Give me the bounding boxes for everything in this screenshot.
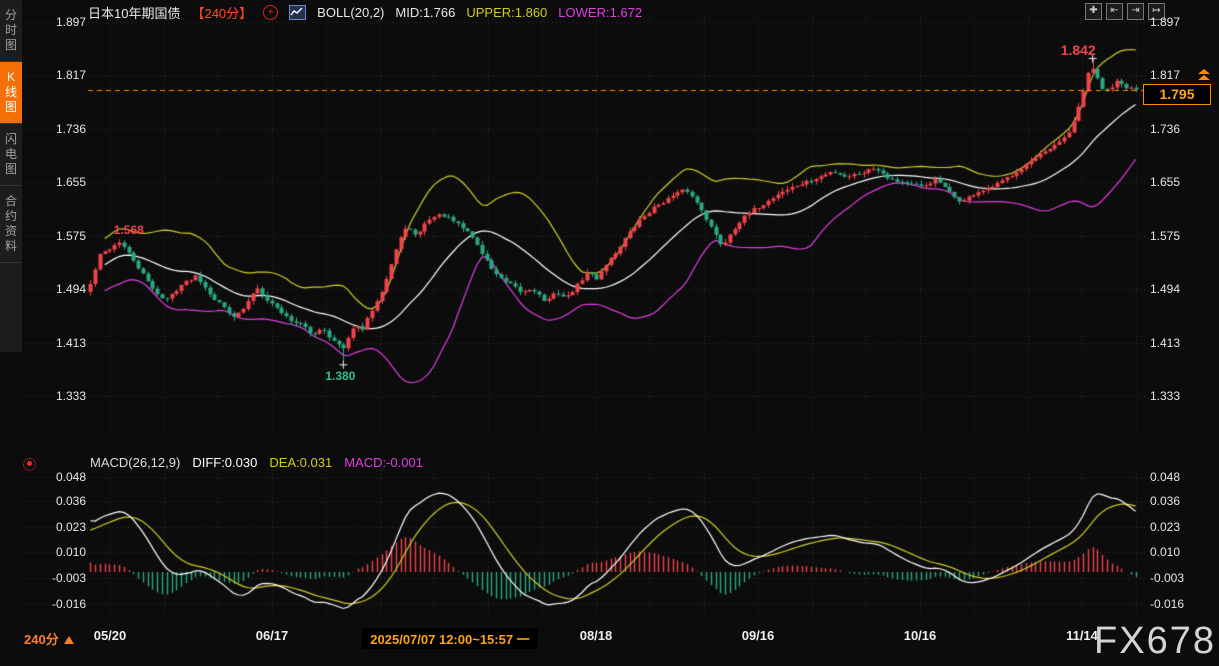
macd-diff-value: DIFF:0.030 bbox=[192, 455, 257, 470]
high-label: 1.842 bbox=[1061, 42, 1096, 58]
scale-right-icon[interactable]: ⇥ bbox=[1127, 3, 1144, 20]
chart-type-sidebar: 分时图K线图闪电图合约资料 bbox=[0, 0, 22, 352]
price-axis-label: 1.817 bbox=[1150, 68, 1206, 82]
boll-lower-value: LOWER:1.672 bbox=[558, 5, 642, 20]
chart-canvas[interactable] bbox=[0, 0, 1219, 666]
chart-header: 日本10年期国债 【240分】 + BOLL(20,2) MID:1.766 U… bbox=[88, 3, 642, 22]
trading-app-window: 分时图K线图闪电图合约资料 日本10年期国债 【240分】 + BOLL(20,… bbox=[0, 0, 1219, 666]
macd-hist-value: MACD:-0.001 bbox=[344, 455, 423, 470]
scale-left-icon[interactable]: ⇤ bbox=[1106, 3, 1123, 20]
price-axis-label: 1.494 bbox=[30, 282, 86, 296]
boll-label: BOLL(20,2) bbox=[317, 5, 384, 20]
date-tick: 08/18 bbox=[556, 628, 636, 643]
macd-axis-label: -0.016 bbox=[1150, 597, 1206, 611]
price-axis-label: 1.655 bbox=[30, 175, 86, 189]
date-tick: 06/17 bbox=[232, 628, 312, 643]
macd-params-label: MACD(26,12,9) bbox=[90, 455, 180, 470]
price-axis-label: 1.655 bbox=[1150, 175, 1206, 189]
alert-add-icon[interactable]: + bbox=[263, 5, 278, 20]
macd-axis-label: -0.016 bbox=[30, 597, 86, 611]
macd-axis-label: -0.003 bbox=[1150, 571, 1206, 585]
macd-axis-label: 0.023 bbox=[30, 520, 86, 534]
sidebar-tab-0[interactable]: 分时图 bbox=[0, 0, 22, 62]
macd-axis-label: 0.048 bbox=[30, 470, 86, 484]
macd-header: MACD(26,12,9) DIFF:0.030 DEA:0.031 MACD:… bbox=[90, 455, 423, 470]
brand-watermark: FX678 bbox=[1094, 620, 1216, 663]
macd-axis-label: 0.023 bbox=[1150, 520, 1206, 534]
instrument-title: 日本10年期国债 bbox=[88, 3, 180, 22]
macd-settings-icon[interactable] bbox=[23, 458, 36, 471]
sidebar-tab-3[interactable]: 合约资料 bbox=[0, 186, 22, 263]
macd-axis-label: 0.010 bbox=[1150, 545, 1206, 559]
price-axis-label: 1.817 bbox=[30, 68, 86, 82]
date-tick: 09/16 bbox=[718, 628, 798, 643]
price-axis-label: 1.333 bbox=[1150, 389, 1206, 403]
early-high-label: 1.568 bbox=[114, 223, 144, 237]
macd-axis-label: 0.036 bbox=[30, 494, 86, 508]
interval-selector[interactable]: 240分 bbox=[24, 629, 74, 648]
macd-axis-label: 0.036 bbox=[1150, 494, 1206, 508]
interval-selector-label: 240分 bbox=[24, 632, 59, 647]
price-axis-label: 1.575 bbox=[1150, 229, 1206, 243]
price-axis-label: 1.897 bbox=[30, 15, 86, 29]
price-axis-label: 1.413 bbox=[1150, 336, 1206, 350]
price-axis-label: 1.333 bbox=[30, 389, 86, 403]
macd-axis-label: -0.003 bbox=[30, 571, 86, 585]
price-axis-label: 1.736 bbox=[30, 122, 86, 136]
price-axis-label: 1.736 bbox=[1150, 122, 1206, 136]
price-axis-label: 1.413 bbox=[30, 336, 86, 350]
indicator-chart-icon[interactable] bbox=[289, 5, 306, 20]
price-axis-label: 1.575 bbox=[30, 229, 86, 243]
sidebar-tab-2[interactable]: 闪电图 bbox=[0, 124, 22, 186]
selected-candle-info: 2025/07/07 12:00~15:57 一 bbox=[362, 628, 538, 649]
price-axis-label: 1.494 bbox=[1150, 282, 1206, 296]
macd-axis-label: 0.010 bbox=[30, 545, 86, 559]
macd-axis-label: 0.048 bbox=[1150, 470, 1206, 484]
date-tick: 05/20 bbox=[70, 628, 150, 643]
last-price-badge[interactable]: 1.795 bbox=[1143, 84, 1211, 105]
macd-dea-value: DEA:0.031 bbox=[269, 455, 332, 470]
boll-upper-value: UPPER:1.860 bbox=[466, 5, 547, 20]
sidebar-tab-1[interactable]: K线图 bbox=[0, 62, 22, 124]
boll-mid-value: MID:1.766 bbox=[395, 5, 455, 20]
low-label: 1.380 bbox=[325, 369, 355, 383]
pan-tool-icon[interactable]: ✚ bbox=[1085, 3, 1102, 20]
interval-label[interactable]: 【240分】 bbox=[191, 3, 252, 22]
price-axis-label: 1.897 bbox=[1150, 15, 1206, 29]
date-tick: 10/16 bbox=[880, 628, 960, 643]
